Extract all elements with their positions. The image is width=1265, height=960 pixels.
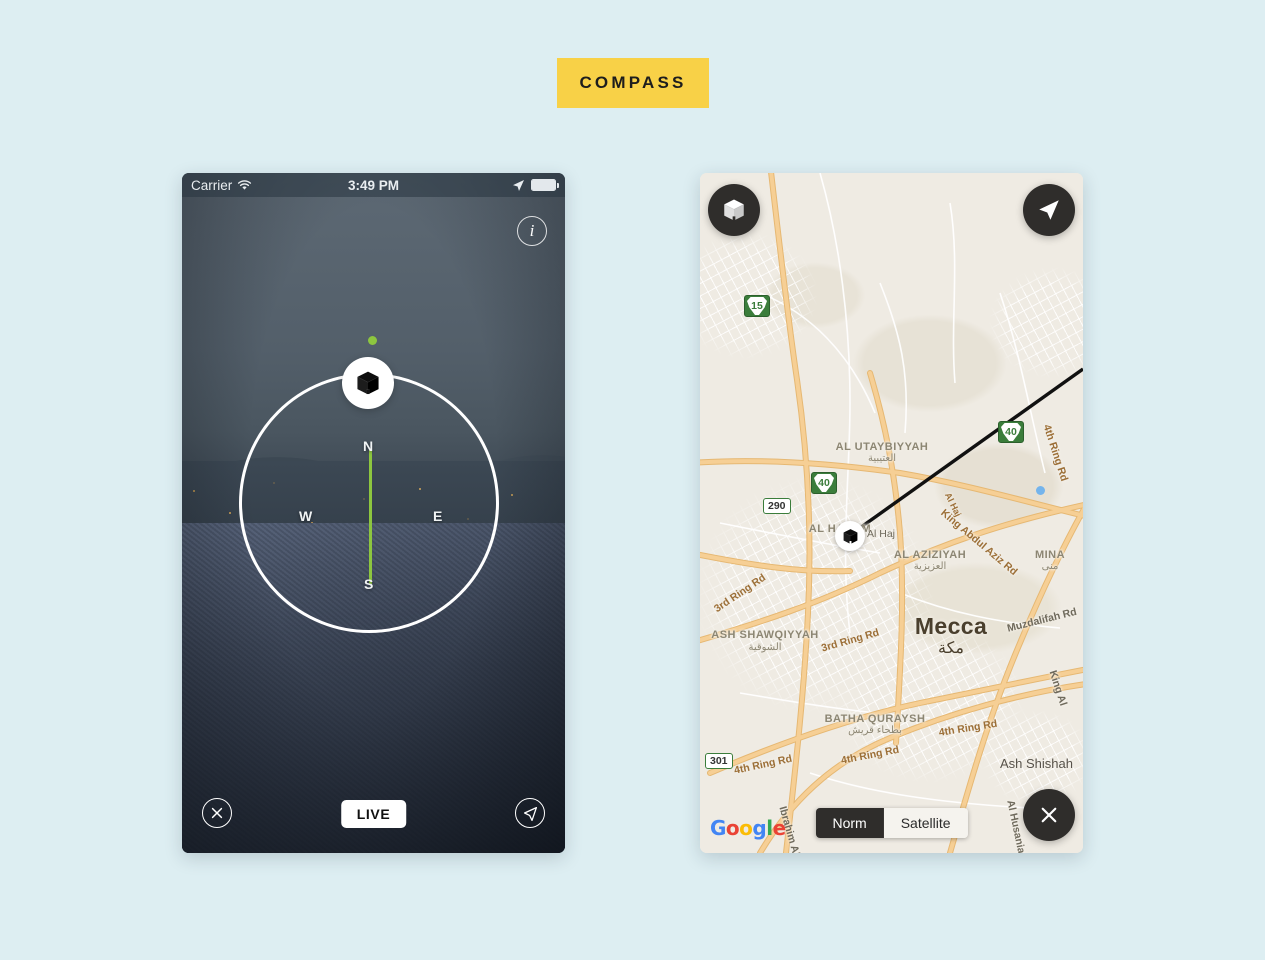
qibla-map-marker[interactable] xyxy=(835,521,865,551)
close-button[interactable] xyxy=(1023,789,1075,841)
highway-shield: 40 xyxy=(998,421,1024,443)
city-label: Mecca مكة xyxy=(914,613,988,657)
kaaba-cube-icon xyxy=(724,199,744,222)
compass-screen: Carrier 3:49 PM i N S W E LIVE xyxy=(182,173,565,853)
district-label: MINA منى xyxy=(1034,549,1066,572)
compass-badge: COMPASS xyxy=(557,58,709,108)
map-type-norm-option[interactable]: Norm xyxy=(815,808,884,838)
district-label: AL UTAYBIYYAH العتيبية xyxy=(835,441,929,464)
carrier-label: Carrier xyxy=(191,177,233,193)
close-icon xyxy=(1041,807,1057,823)
highway-shield: 40 xyxy=(811,472,837,494)
cardinal-north: N xyxy=(363,438,374,454)
battery-icon xyxy=(531,179,559,191)
navigate-button[interactable] xyxy=(515,798,545,828)
close-icon xyxy=(211,807,223,819)
status-bar: Carrier 3:49 PM xyxy=(182,173,565,197)
map-canvas[interactable]: AL UTAYBIYYAH العتيبية AL AZIZIYAH العزي… xyxy=(700,173,1083,853)
district-label: BATHA QURAYSH بطحاء قريش xyxy=(824,713,926,736)
district-label: AL AZIZIYAH العزيزية xyxy=(893,549,967,572)
cardinal-west: W xyxy=(299,508,313,524)
navigate-icon xyxy=(523,806,537,821)
google-logo: Google xyxy=(710,816,786,840)
qibla-marker-badge[interactable] xyxy=(342,357,394,409)
cardinal-south: S xyxy=(364,576,374,592)
highway-shield: 15 xyxy=(744,295,770,317)
map-type-toggle[interactable]: Norm Satellite xyxy=(815,808,968,838)
cardinal-east: E xyxy=(433,508,443,524)
kaaba-cube-icon xyxy=(357,371,379,396)
place-label: Ash Shishah xyxy=(1000,756,1073,771)
district-label: ASH SHAWQIYYAH الشوقية xyxy=(711,629,819,653)
wifi-icon xyxy=(238,180,252,190)
info-icon[interactable]: i xyxy=(517,216,547,246)
location-arrow-icon xyxy=(513,179,524,191)
user-location-dot xyxy=(1036,486,1045,495)
navigate-button[interactable] xyxy=(1023,184,1075,236)
compass-needle xyxy=(368,450,372,584)
place-label: Al Haj xyxy=(867,528,896,540)
heading-indicator-dot xyxy=(368,336,377,345)
map-screen: AL UTAYBIYYAH العتيبية AL AZIZIYAH العزي… xyxy=(700,173,1083,853)
qibla-mode-button[interactable] xyxy=(708,184,760,236)
highway-shield: 301 xyxy=(705,753,733,769)
highway-shield: 290 xyxy=(763,498,791,514)
navigate-icon xyxy=(1039,200,1059,220)
map-type-satellite-option[interactable]: Satellite xyxy=(883,808,968,838)
info-icon-label: i xyxy=(529,221,535,240)
live-button-label: LIVE xyxy=(356,806,391,822)
kaaba-cube-icon xyxy=(843,528,857,544)
close-button[interactable] xyxy=(202,798,232,828)
compass-badge-label: COMPASS xyxy=(579,73,687,92)
live-button[interactable]: LIVE xyxy=(340,800,407,828)
